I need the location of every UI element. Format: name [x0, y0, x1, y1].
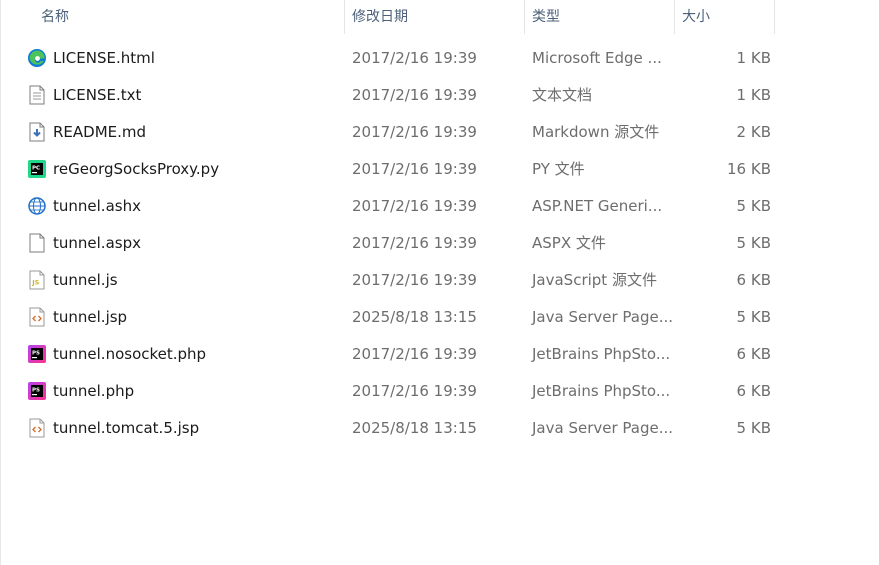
file-name: tunnel.php	[53, 381, 135, 400]
file-type: Microsoft Edge ...	[532, 48, 662, 67]
svg-text:PS: PS	[32, 350, 40, 356]
file-name-cell: tunnel.ashx	[1, 195, 345, 217]
file-size: 5 KB	[736, 307, 771, 326]
file-modified-date: 2017/2/16 19:39	[352, 85, 477, 104]
file-modified-date: 2017/2/16 19:39	[352, 344, 477, 363]
file-name: tunnel.ashx	[53, 196, 141, 215]
file-size: 1 KB	[736, 48, 771, 67]
file-modified-date: 2017/2/16 19:39	[352, 233, 477, 252]
file-name: tunnel.js	[53, 270, 118, 289]
web-globe-icon	[26, 195, 48, 217]
file-row[interactable]: README.md 2017/2/16 19:39 Markdown 源文件 2 KB	[1, 113, 879, 150]
file-name-cell: tunnel.tomcat.5.jsp	[1, 417, 345, 439]
edge-icon	[26, 47, 48, 69]
file-name-cell: LICENSE.html	[1, 47, 345, 69]
file-explorer-list: ^ 名称 修改日期 类型 大小 LICENSE.html 2017/2/16 19…	[0, 0, 879, 565]
column-header-size-label: 大小	[682, 9, 710, 25]
file-modified-date: 2017/2/16 19:39	[352, 122, 477, 141]
column-header-type-label: 类型	[532, 9, 560, 25]
file-type: JavaScript 源文件	[532, 271, 657, 289]
code-file-icon	[26, 306, 48, 328]
file-row[interactable]: LICENSE.html 2017/2/16 19:39 Microsoft Edg…	[1, 39, 879, 76]
file-name: reGeorgSocksProxy.py	[53, 159, 220, 178]
file-name-cell: tunnel.jsp	[1, 306, 345, 328]
file-name: tunnel.nosocket.php	[53, 344, 207, 363]
column-header-name[interactable]: ^ 名称	[1, 0, 345, 34]
svg-text:JS: JS	[31, 278, 39, 286]
text-file-icon	[26, 84, 48, 106]
column-header-date[interactable]: 修改日期	[345, 0, 525, 34]
file-type: Java Server Page...	[532, 307, 674, 326]
column-header-name-label: 名称	[41, 9, 69, 25]
file-type: JetBrains PhpSto...	[532, 344, 671, 363]
pycharm-icon: PC	[26, 158, 48, 180]
file-type: PY 文件	[532, 160, 585, 178]
file-size: 6 KB	[736, 270, 771, 289]
file-row[interactable]: tunnel.ashx 2017/2/16 19:39 ASP.NET Generi…	[1, 187, 879, 224]
file-row[interactable]: tunnel.aspx 2017/2/16 19:39 ASPX 文件 5 KB	[1, 224, 879, 261]
phpstorm-icon: PS	[26, 380, 48, 402]
file-name-cell: PS tunnel.php	[1, 380, 345, 402]
file-name-cell: PC reGeorgSocksProxy.py	[1, 158, 345, 180]
file-row[interactable]: PS tunnel.nosocket.php 2017/2/16 19:39 JetB…	[1, 335, 879, 372]
file-row[interactable]: PC reGeorgSocksProxy.py 2017/2/16 19:39 PY …	[1, 150, 879, 187]
file-type: Java Server Page...	[532, 418, 674, 437]
file-name: LICENSE.txt	[53, 85, 142, 104]
file-row[interactable]: tunnel.tomcat.5.jsp 2025/8/18 13:15 Java S…	[1, 409, 879, 446]
file-modified-date: 2025/8/18 13:15	[352, 418, 477, 437]
file-size: 1 KB	[736, 85, 771, 104]
javascript-file-icon: JS	[26, 269, 48, 291]
file-list: LICENSE.html 2017/2/16 19:39 Microsoft Edg…	[1, 39, 879, 446]
markdown-file-icon	[26, 121, 48, 143]
column-header-type[interactable]: 类型	[525, 0, 675, 34]
file-row[interactable]: JS tunnel.js 2017/2/16 19:39 JavaScript 源文件…	[1, 261, 879, 298]
file-name-cell: LICENSE.txt	[1, 84, 345, 106]
file-type: ASPX 文件	[532, 234, 606, 252]
file-modified-date: 2025/8/18 13:15	[352, 307, 477, 326]
file-type: ASP.NET Generi...	[532, 196, 663, 215]
file-type: Markdown 源文件	[532, 123, 660, 141]
file-modified-date: 2017/2/16 19:39	[352, 270, 477, 289]
blank-file-icon	[26, 232, 48, 254]
file-size: 5 KB	[736, 233, 771, 252]
file-name: tunnel.tomcat.5.jsp	[53, 418, 200, 437]
file-size: 5 KB	[736, 196, 771, 215]
code-file-icon	[26, 417, 48, 439]
file-row[interactable]: PS tunnel.php 2017/2/16 19:39 JetBrains Php…	[1, 372, 879, 409]
column-header-bar: ^ 名称 修改日期 类型 大小	[1, 0, 879, 35]
column-header-date-label: 修改日期	[352, 9, 408, 25]
file-size: 16 KB	[727, 159, 771, 178]
file-row[interactable]: tunnel.jsp 2025/8/18 13:15 Java Server Pag…	[1, 298, 879, 335]
file-name: tunnel.aspx	[53, 233, 141, 252]
file-size: 6 KB	[736, 344, 771, 363]
svg-text:PS: PS	[32, 387, 40, 393]
file-row[interactable]: LICENSE.txt 2017/2/16 19:39 文本文档 1 KB	[1, 76, 879, 113]
file-size: 5 KB	[736, 418, 771, 437]
file-name: README.md	[53, 122, 147, 141]
file-modified-date: 2017/2/16 19:39	[352, 196, 477, 215]
file-size: 6 KB	[736, 381, 771, 400]
svg-text:PC: PC	[32, 165, 40, 171]
file-name-cell: tunnel.aspx	[1, 232, 345, 254]
file-name-cell: PS tunnel.nosocket.php	[1, 343, 345, 365]
file-type: JetBrains PhpSto...	[532, 381, 671, 400]
file-modified-date: 2017/2/16 19:39	[352, 48, 477, 67]
file-size: 2 KB	[736, 122, 771, 141]
file-name: tunnel.jsp	[53, 307, 128, 326]
file-name-cell: README.md	[1, 121, 345, 143]
phpstorm-icon: PS	[26, 343, 48, 365]
sort-ascending-icon: ^	[182, 0, 191, 3]
file-type: 文本文档	[532, 86, 593, 104]
file-modified-date: 2017/2/16 19:39	[352, 159, 477, 178]
column-header-size[interactable]: 大小	[675, 0, 775, 34]
file-name-cell: JS tunnel.js	[1, 269, 345, 291]
file-modified-date: 2017/2/16 19:39	[352, 381, 477, 400]
file-name: LICENSE.html	[53, 48, 155, 67]
